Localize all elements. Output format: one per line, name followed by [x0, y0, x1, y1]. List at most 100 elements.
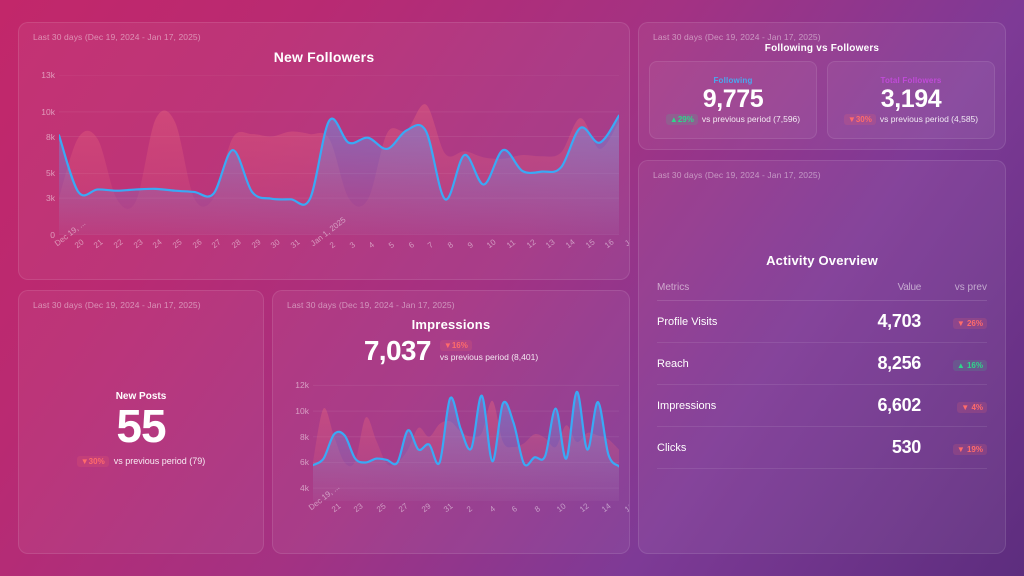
delta-badge: ▼ 4% — [957, 401, 987, 413]
cell-delta: ▼ 4% — [921, 397, 987, 415]
delta-badge: ▼ 26% — [952, 317, 987, 329]
kpi-value: 9,775 — [702, 84, 764, 113]
x-axis-tick-label: 26 — [190, 237, 204, 251]
impressions-value: 7,037 — [363, 335, 432, 366]
table-row[interactable]: Impressions 6,602 ▼ 4% — [657, 385, 987, 427]
delta-value: 16% — [966, 360, 983, 370]
x-axis-tick-label: 29 — [419, 501, 433, 515]
x-axis-tick-label: 14 — [564, 237, 577, 251]
kpi-value: 3,194 — [880, 84, 942, 113]
panel-title: New Followers — [273, 49, 375, 65]
x-axis-tick-label: 16 — [623, 501, 630, 515]
x-axis-tick-label: 22 — [111, 237, 125, 251]
x-axis-tick-label: 28 — [229, 237, 243, 251]
impressions-panel: Last 30 days (Dec 19, 2024 - Jan 17, 202… — [272, 290, 630, 554]
y-axis-tick-label: 4k — [300, 483, 309, 494]
x-axis-tick-label: 31 — [288, 237, 302, 251]
delta-arrow-down-icon: ▼ — [956, 318, 967, 328]
delta-arrow-down-icon: ▼ — [847, 114, 856, 124]
x-axis-tick-label: 4 — [487, 504, 497, 515]
kpi-card-following: Following 9,775 ▲29% vs previous period … — [649, 61, 817, 139]
following-vs-followers-panel: Last 30 days (Dec 19, 2024 - Jan 17, 202… — [638, 22, 1006, 150]
x-axis-tick-label: 23 — [131, 237, 145, 251]
x-axis-tick-label: 14 — [600, 501, 613, 515]
x-axis-tick-label: 5 — [387, 240, 397, 251]
x-axis-tick-label: 4 — [367, 240, 377, 251]
x-axis-tick-label: 6 — [406, 240, 416, 251]
compare-label: vs previous period (4,585) — [879, 114, 979, 124]
delta-badge: ▼ 19% — [952, 443, 987, 455]
cell-value: 6,602 — [877, 395, 921, 415]
x-axis-tick-label: 9 — [465, 240, 475, 251]
x-axis-tick-label: 13 — [544, 237, 557, 251]
activity-table: Metrics Value vs prev Profile Visits 4,70… — [657, 275, 987, 469]
x-axis-tick-label: 10 — [485, 237, 498, 251]
delta-arrow-down-icon: ▼ — [961, 402, 972, 412]
panel-title: Impressions — [411, 317, 491, 332]
y-axis: 4k 6k 8k 10k 12k — [279, 379, 313, 501]
x-axis: Dec 19, ... 20 21 22 23 24 25 26 27 28 29 30 31 Jan 1… — [53, 213, 629, 279]
delta-value: 19% — [966, 444, 983, 454]
compare-label: vs previous period (7,596) — [701, 114, 801, 124]
x-axis-tick-label: 11 — [505, 237, 518, 251]
x-axis-tick-label: 29 — [249, 237, 263, 251]
panel-title: Following vs Followers — [764, 43, 880, 54]
table-row[interactable]: Reach 8,256 ▲ 16% — [657, 343, 987, 385]
cell-value: 8,256 — [877, 353, 921, 373]
x-axis-tick-label: 15 — [583, 237, 597, 251]
y-axis-tick-label: 8k — [300, 431, 309, 442]
table-row[interactable]: Clicks 530 ▼ 19% — [657, 427, 987, 469]
new-posts-stat: New Posts 55 ▼30% vs previous period (79… — [19, 391, 263, 467]
cell-metric: Profile Visits — [657, 315, 718, 328]
x-axis-tick-label: 10 — [555, 501, 568, 515]
x-axis-tick-label: 8 — [446, 240, 456, 251]
table-row[interactable]: Profile Visits 4,703 ▼ 26% — [657, 301, 987, 343]
x-axis-tick-label: 21 — [92, 237, 105, 251]
x-axis-tick-label: 2 — [328, 240, 338, 251]
x-axis-tick-label: 16 — [603, 237, 616, 251]
delta-value: 30% — [855, 114, 872, 124]
compare-label: vs previous period (79) — [113, 456, 206, 467]
delta-badge: ▼16% — [439, 340, 472, 351]
cell-delta: ▲ 16% — [921, 355, 987, 373]
delta-badge: ▼30% — [76, 455, 109, 467]
cell-value: 530 — [891, 437, 921, 457]
column-header-metrics: Metrics — [657, 282, 690, 293]
delta-value: 16% — [451, 341, 468, 350]
cell-metric: Reach — [657, 357, 689, 370]
y-axis-tick-label: 8k — [46, 131, 55, 142]
y-axis-tick-label: 10k — [41, 106, 55, 117]
kpi-card-total-followers: Total Followers 3,194 ▼30% vs previous p… — [827, 61, 995, 139]
x-axis-tick-label: 6 — [510, 504, 520, 515]
cell-delta: ▼ 26% — [921, 313, 987, 331]
date-range-label: Last 30 days (Dec 19, 2024 - Jan 17, 202… — [653, 32, 821, 42]
x-axis-tick-label: 12 — [524, 237, 538, 251]
x-axis-tick-label: 27 — [210, 237, 223, 251]
y-axis-tick-label: 10k — [295, 406, 309, 417]
date-range-label: Last 30 days (Dec 19, 2024 - Jan 17, 202… — [287, 300, 455, 310]
delta-arrow-up-icon: ▲ — [956, 360, 967, 370]
date-range-label: Last 30 days (Dec 19, 2024 - Jan 17, 202… — [33, 32, 201, 42]
x-axis-tick-label: 25 — [374, 501, 388, 515]
delta-arrow-down-icon: ▼ — [443, 341, 452, 350]
x-axis-tick-label: 24 — [151, 237, 164, 251]
delta-value: 29% — [677, 114, 694, 124]
x-axis-tick-label: 7 — [426, 240, 436, 251]
y-axis-tick-label: 6k — [300, 457, 309, 468]
new-posts-panel: Last 30 days (Dec 19, 2024 - Jan 17, 202… — [18, 290, 264, 554]
x-axis-tick-label: 25 — [170, 237, 184, 251]
date-range-label: Last 30 days (Dec 19, 2024 - Jan 17, 202… — [653, 170, 821, 180]
stat-value: 55 — [116, 400, 166, 452]
panel-title: Activity Overview — [766, 253, 878, 268]
y-axis-tick-label: 13k — [41, 70, 55, 80]
kpi-label: Following — [713, 75, 753, 85]
delta-value: 30% — [88, 456, 105, 466]
column-header-value: Value — [897, 282, 922, 293]
table-header-row: Metrics Value vs prev — [657, 275, 987, 301]
y-axis: 0 3k 5k 8k 10k 13k — [25, 70, 59, 240]
y-axis-tick-label: 12k — [295, 380, 309, 391]
x-axis-tick-label: 8 — [532, 504, 542, 515]
x-axis-tick-label: 31 — [442, 501, 455, 515]
x-axis-tick-label: 27 — [397, 501, 410, 515]
delta-arrow-down-icon: ▼ — [956, 444, 967, 454]
